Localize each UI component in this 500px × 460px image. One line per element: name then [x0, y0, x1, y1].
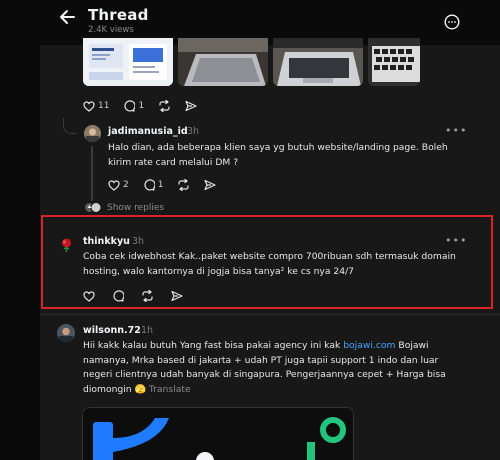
- post-image-gallery[interactable]: [83, 38, 420, 86]
- repost-icon: [178, 179, 190, 191]
- repost-icon: [159, 100, 170, 112]
- divider: [40, 314, 500, 315]
- send-icon: [185, 100, 197, 112]
- share-button[interactable]: [185, 100, 197, 112]
- reply-thread-line: [91, 146, 93, 201]
- link-preview-image[interactable]: [82, 407, 354, 460]
- website-link[interactable]: bojawi.com: [343, 340, 395, 351]
- arrow-left-icon[interactable]: [58, 7, 78, 27]
- avatar[interactable]: [84, 125, 101, 142]
- reply-text-line: Halo dian, ada beberapa klien saya yg bu…: [108, 142, 448, 153]
- reply-text-line: kirim rate card melalui DM ?: [108, 156, 239, 168]
- send-icon: [204, 179, 217, 191]
- comment-count: 1: [138, 101, 145, 111]
- reply-time: 3h: [187, 126, 200, 137]
- page-title: Thread: [88, 6, 149, 24]
- reply-text: Hii kakk kalau butuh Yang fast bisa paka…: [83, 339, 468, 397]
- repost-button[interactable]: [177, 179, 190, 191]
- gallery-image[interactable]: [368, 38, 420, 86]
- view-count: 2.4K views: [88, 25, 134, 35]
- reply-text-line: namanya, Mrka based di jakarta + udah PT…: [83, 354, 439, 366]
- comment-icon: [124, 100, 136, 112]
- reply-username[interactable]: wilsonn.72: [83, 325, 141, 336]
- heart-icon: [83, 100, 95, 112]
- post-action-bar: 11 1: [83, 100, 197, 112]
- text-segment: Bojawi: [395, 340, 429, 351]
- reply-text-line: negeri clientnya udah banyak di singapur…: [83, 369, 446, 380]
- like-button[interactable]: 11: [83, 100, 110, 112]
- reply-time: 1h: [141, 325, 154, 336]
- show-replies-button[interactable]: Show replies: [84, 201, 164, 214]
- gallery-image[interactable]: [178, 38, 268, 86]
- translate-link[interactable]: Translate: [149, 384, 191, 395]
- comment-count: 1: [157, 180, 164, 190]
- comment-icon: [144, 179, 155, 191]
- gallery-image[interactable]: [83, 38, 173, 86]
- reply-username[interactable]: jadimanusia_id: [108, 126, 188, 137]
- comment-button[interactable]: 1: [143, 179, 164, 191]
- reply-text: Halo dian, ada beberapa klien saya yg bu…: [108, 141, 458, 170]
- share-button[interactable]: [204, 179, 217, 191]
- text-segment: diomongin 🫣: [83, 383, 149, 395]
- heart-icon: [108, 179, 120, 191]
- show-replies-label: Show replies: [107, 202, 165, 213]
- like-count: 2: [123, 180, 129, 190]
- like-count: 11: [98, 101, 110, 111]
- avatar[interactable]: [57, 324, 75, 342]
- reply-text-line: Hii kakk kalau butuh Yang fast bisa paka…: [83, 339, 468, 354]
- more-options-icon[interactable]: •••: [445, 124, 467, 137]
- reply-text-line: diomongin 🫣 Translate: [83, 383, 468, 398]
- thread-connector: [63, 118, 77, 134]
- reply-avatars: [84, 201, 102, 214]
- gallery-image[interactable]: [273, 38, 363, 86]
- reply-action-bar: 2 1: [108, 179, 217, 191]
- text-segment: Hii kakk kalau butuh Yang fast bisa paka…: [83, 340, 344, 351]
- more-circle-icon[interactable]: [444, 14, 460, 30]
- like-button[interactable]: 2: [108, 179, 129, 191]
- comment-button[interactable]: 1: [123, 100, 144, 112]
- highlight-box: [41, 215, 493, 309]
- repost-button[interactable]: [158, 100, 171, 112]
